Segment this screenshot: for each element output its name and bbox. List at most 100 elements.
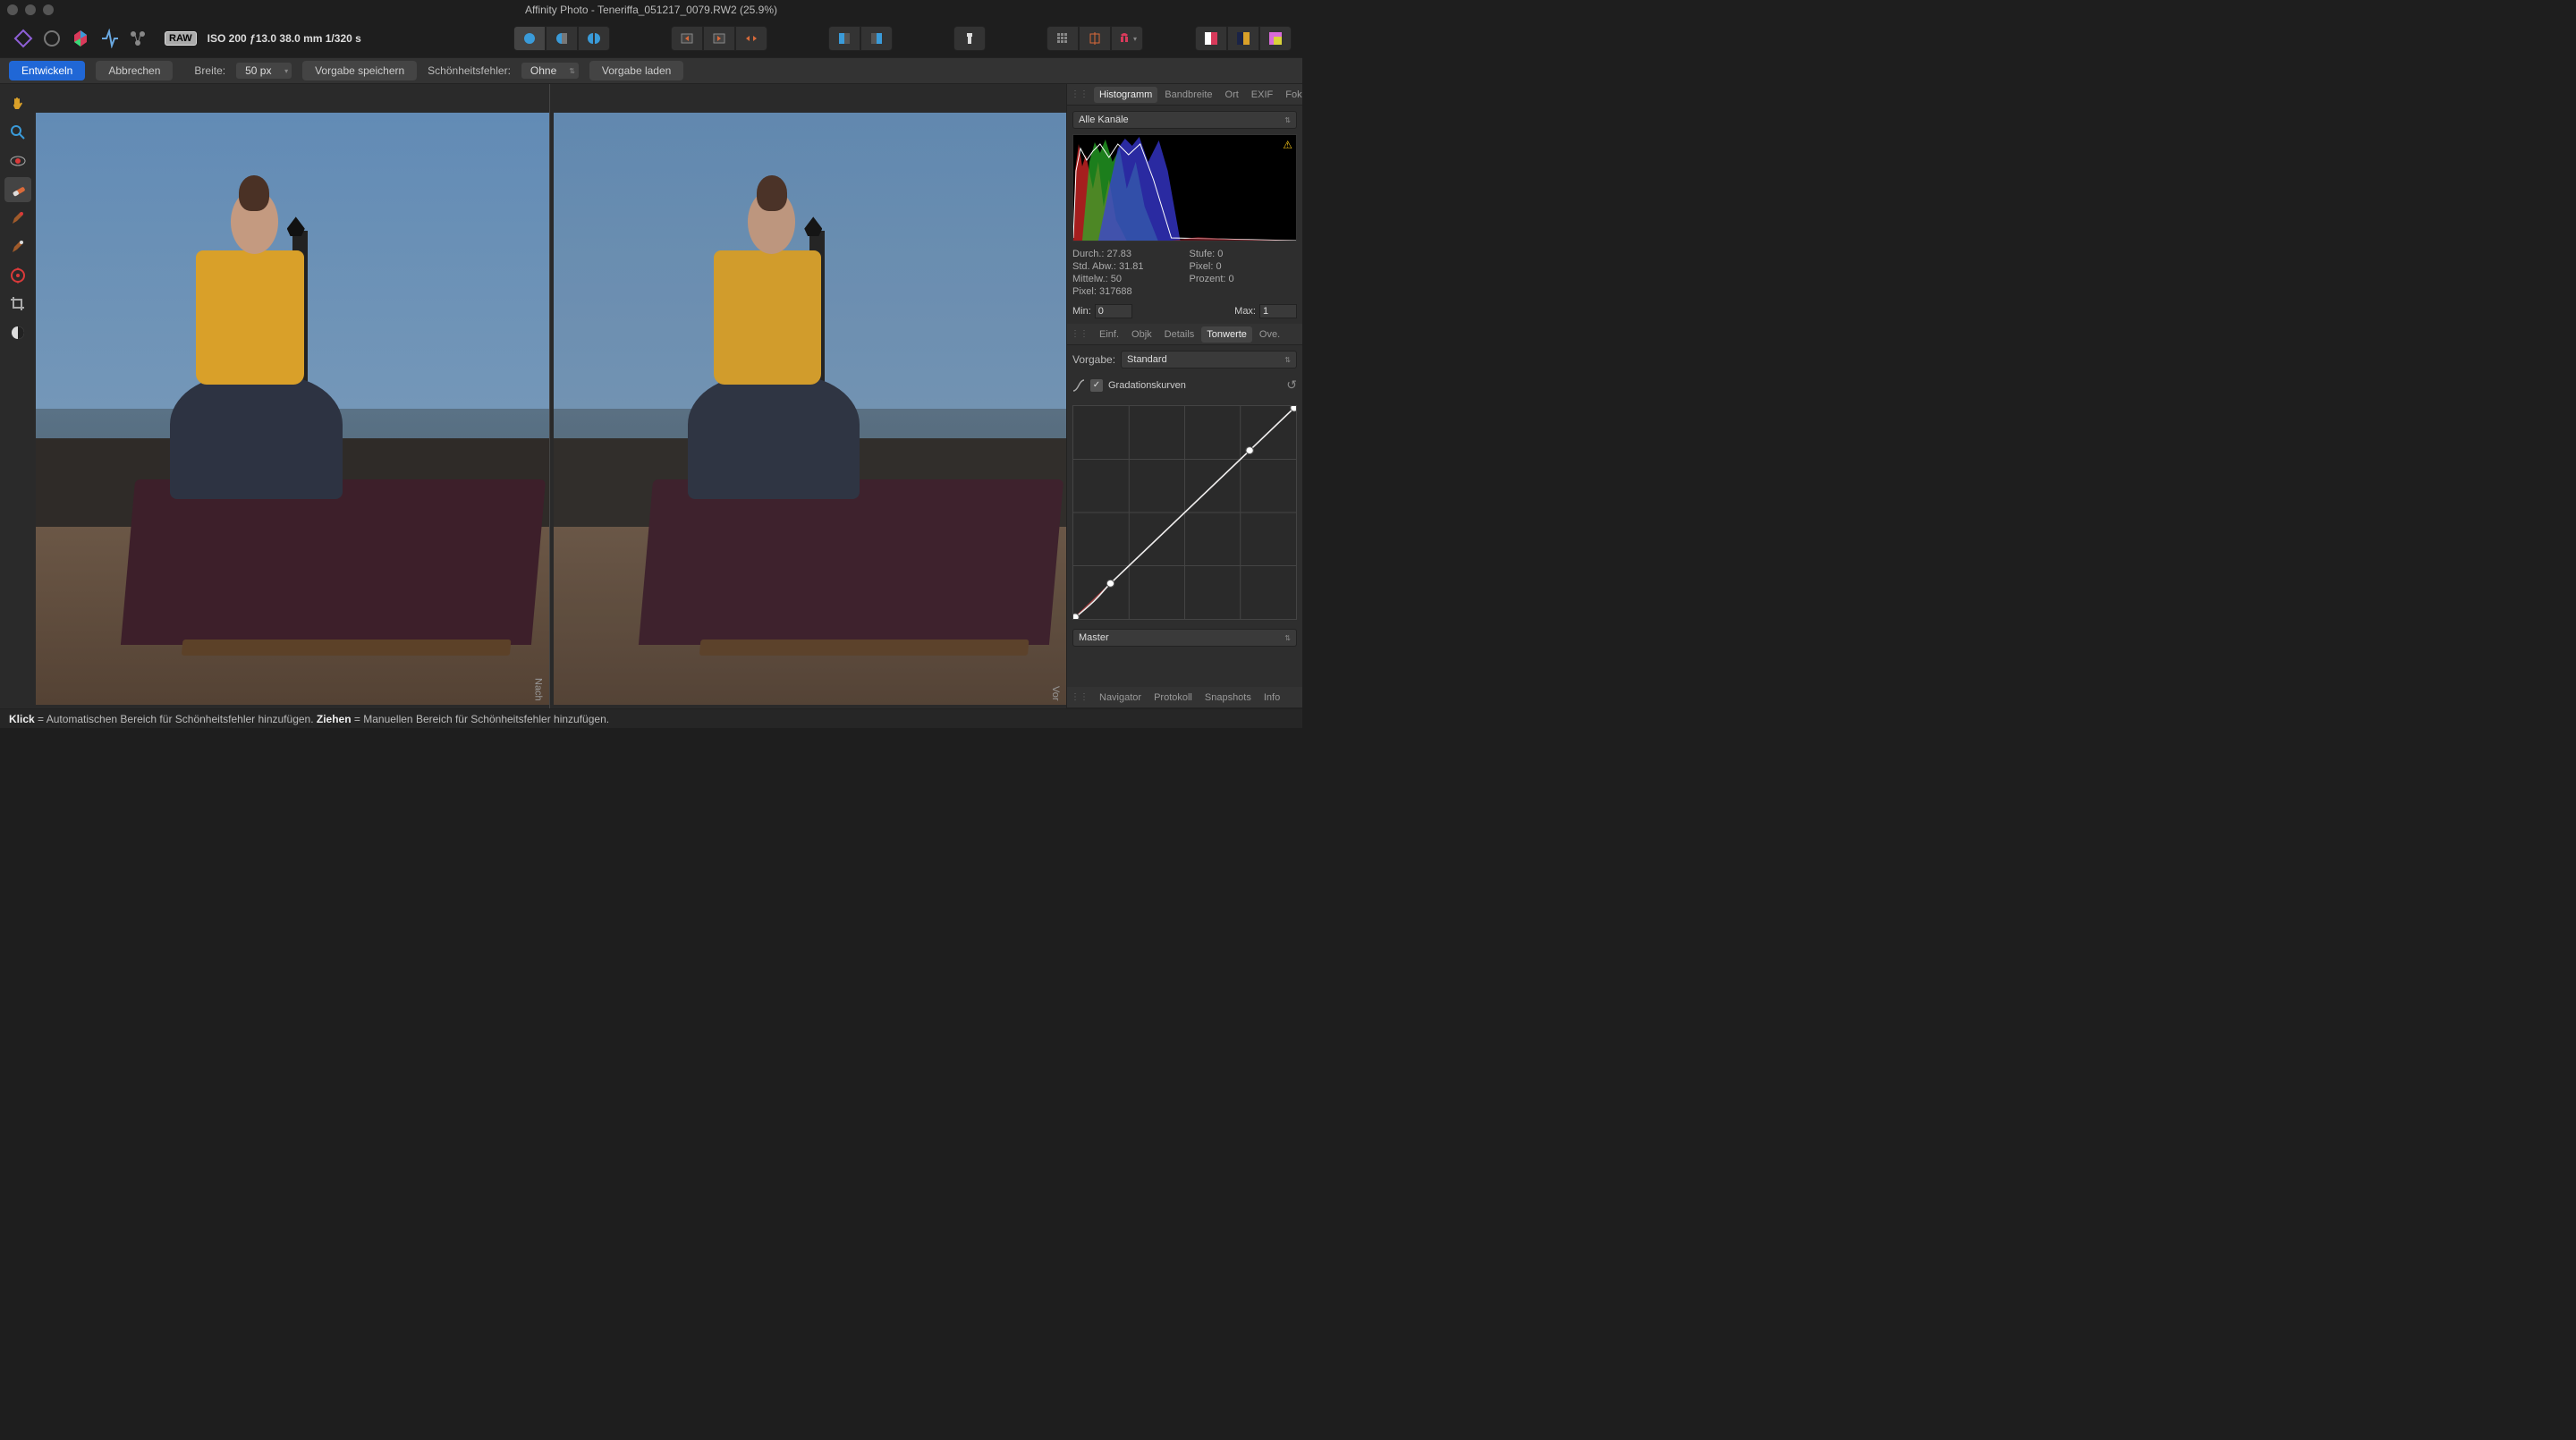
persona-switcher (11, 26, 150, 51)
stat-median: Mittelw.: 50 (1072, 274, 1181, 284)
tab-exif[interactable]: EXIF (1246, 87, 1278, 103)
close-window-button[interactable] (7, 4, 18, 15)
save-preset-button[interactable]: Vorgabe speichern (302, 61, 417, 80)
view-mode-group (513, 26, 610, 51)
grip-icon[interactable]: ⋮⋮ (1071, 692, 1089, 702)
stat-percent: Prozent: 0 (1190, 274, 1298, 284)
curves-editor[interactable] (1072, 405, 1297, 620)
tab-location[interactable]: Ort (1220, 87, 1244, 103)
snap-group: ▾ (1046, 26, 1143, 51)
histogram-stats: Durch.: 27.83 Stufe: 0 Std. Abw.: 31.81 … (1072, 247, 1297, 299)
snapping-button[interactable]: ▾ (1111, 26, 1143, 51)
bottom-panel-tabs: ⋮⋮ Navigator Protokoll Snapshots Info (1067, 687, 1302, 708)
zoom-window-button[interactable] (43, 4, 54, 15)
guides-button[interactable] (1079, 26, 1111, 51)
width-combo[interactable]: 50 px▾ (236, 63, 292, 79)
main-area: Nach Vor ⋮⋮ Histogramm Bandbreite Ort EX… (0, 84, 1302, 708)
curves-enable-checkbox[interactable]: ✓ (1090, 379, 1103, 392)
histogram-display[interactable]: ⚠ (1072, 134, 1297, 241)
load-preset-button[interactable]: Vorgabe laden (589, 61, 683, 80)
max-input[interactable] (1259, 304, 1297, 318)
overlay-erase-tool[interactable] (4, 234, 31, 259)
redeye-tool[interactable] (4, 148, 31, 174)
width-label: Breite: (194, 64, 225, 77)
sync-before-button[interactable] (671, 26, 703, 51)
liquify-persona-icon[interactable] (39, 26, 64, 51)
titlebar: Affinity Photo - Teneriffa_051217_0079.R… (0, 0, 1302, 20)
grip-icon[interactable]: ⋮⋮ (1071, 89, 1089, 99)
blemish-combo[interactable]: Ohne⇅ (521, 63, 579, 79)
tab-basic[interactable]: Einf. (1094, 326, 1124, 343)
mid-panel-tabs: ⋮⋮ Einf. Objk Details Tonwerte Ove. (1067, 324, 1302, 345)
sync-after-button[interactable] (703, 26, 735, 51)
max-label: Max: (1234, 306, 1256, 317)
sync-group (671, 26, 767, 51)
after-pane: Nach (36, 84, 550, 708)
show-clipped-shadows-button[interactable] (828, 26, 860, 51)
raw-badge: RAW (165, 31, 197, 46)
channel-select[interactable]: Alle Kanäle⇅ (1072, 111, 1297, 129)
cancel-button[interactable]: Abbrechen (96, 61, 173, 80)
show-clipped-highlights-button[interactable] (860, 26, 893, 51)
tab-details[interactable]: Details (1159, 326, 1200, 343)
overlay-gradient-tool[interactable] (4, 263, 31, 288)
tab-overlays[interactable]: Ove. (1254, 326, 1285, 343)
photo-persona-icon[interactable] (11, 26, 36, 51)
hand-tool[interactable] (4, 91, 31, 116)
whitebalance-tool[interactable] (4, 320, 31, 345)
develop-button[interactable]: Entwickeln (9, 61, 85, 80)
swatch-2-button[interactable] (1227, 26, 1259, 51)
histogram-range: Min: Max: (1072, 304, 1297, 318)
canvas[interactable]: Nach Vor (36, 84, 1066, 708)
stat-pixels: Pixel: 317688 (1072, 286, 1181, 297)
swatch-1-button[interactable] (1195, 26, 1227, 51)
histogram-panel: Alle Kanäle⇅ ⚠ Durch.: 27.83 Stufe: 0 St… (1067, 106, 1302, 324)
top-panel-tabs: ⋮⋮ Histogramm Bandbreite Ort EXIF Fokus … (1067, 84, 1302, 106)
tab-histogram[interactable]: Histogramm (1094, 87, 1157, 103)
export-persona-icon[interactable] (125, 26, 150, 51)
stat-pixel0: Pixel: 0 (1190, 261, 1298, 272)
tab-info[interactable]: Info (1258, 690, 1285, 706)
status-bar: Klick = Automatischen Bereich für Schönh… (0, 708, 1302, 728)
after-label: Nach (533, 678, 544, 701)
min-input[interactable] (1095, 304, 1132, 318)
curves-channel-select[interactable]: Master⇅ (1072, 629, 1297, 647)
blemish-tool[interactable] (4, 177, 31, 202)
stat-level: Stufe: 0 (1190, 249, 1298, 259)
tab-tone[interactable]: Tonwerte (1201, 326, 1252, 343)
swap-button[interactable] (735, 26, 767, 51)
tab-focus[interactable]: Fokus (1280, 87, 1302, 103)
tonemap-persona-icon[interactable] (97, 26, 122, 51)
tab-snapshots[interactable]: Snapshots (1199, 690, 1257, 706)
blemish-label: Schönheitsfehler: (428, 64, 511, 77)
split-view-button[interactable] (546, 26, 578, 51)
tab-bandwidth[interactable]: Bandbreite (1159, 87, 1217, 103)
preset-select[interactable]: Standard⇅ (1121, 351, 1297, 368)
grid-button[interactable] (1046, 26, 1079, 51)
stat-stddev: Std. Abw.: 31.81 (1072, 261, 1181, 272)
curves-section-header[interactable]: ✓ Gradationskurven ↺ (1072, 374, 1297, 396)
overlay-paint-tool[interactable] (4, 206, 31, 231)
stat-mean: Durch.: 27.83 (1072, 249, 1181, 259)
window-title: Affinity Photo - Teneriffa_051217_0079.R… (525, 4, 777, 16)
histogram-toggle-button[interactable] (953, 26, 986, 51)
before-image[interactable] (554, 113, 1067, 705)
tab-lens[interactable]: Objk (1126, 326, 1157, 343)
min-label: Min: (1072, 306, 1091, 317)
tone-panel: Vorgabe: Standard⇅ ✓ Gradationskurven ↺ (1067, 345, 1302, 687)
warning-icon[interactable]: ⚠ (1283, 139, 1292, 151)
curves-icon (1072, 379, 1085, 392)
develop-persona-icon[interactable] (68, 26, 93, 51)
grip-icon[interactable]: ⋮⋮ (1071, 329, 1089, 339)
minimize-window-button[interactable] (25, 4, 36, 15)
single-view-button[interactable] (513, 26, 546, 51)
reset-icon[interactable]: ↺ (1286, 377, 1297, 393)
crop-tool[interactable] (4, 292, 31, 317)
mirror-view-button[interactable] (578, 26, 610, 51)
tab-navigator[interactable]: Navigator (1094, 690, 1147, 706)
after-image[interactable] (36, 113, 549, 705)
swatch-3-button[interactable] (1259, 26, 1292, 51)
zoom-tool[interactable] (4, 120, 31, 145)
tab-history[interactable]: Protokoll (1148, 690, 1198, 706)
context-toolbar: Entwickeln Abbrechen Breite: 50 px▾ Vorg… (0, 57, 1302, 84)
